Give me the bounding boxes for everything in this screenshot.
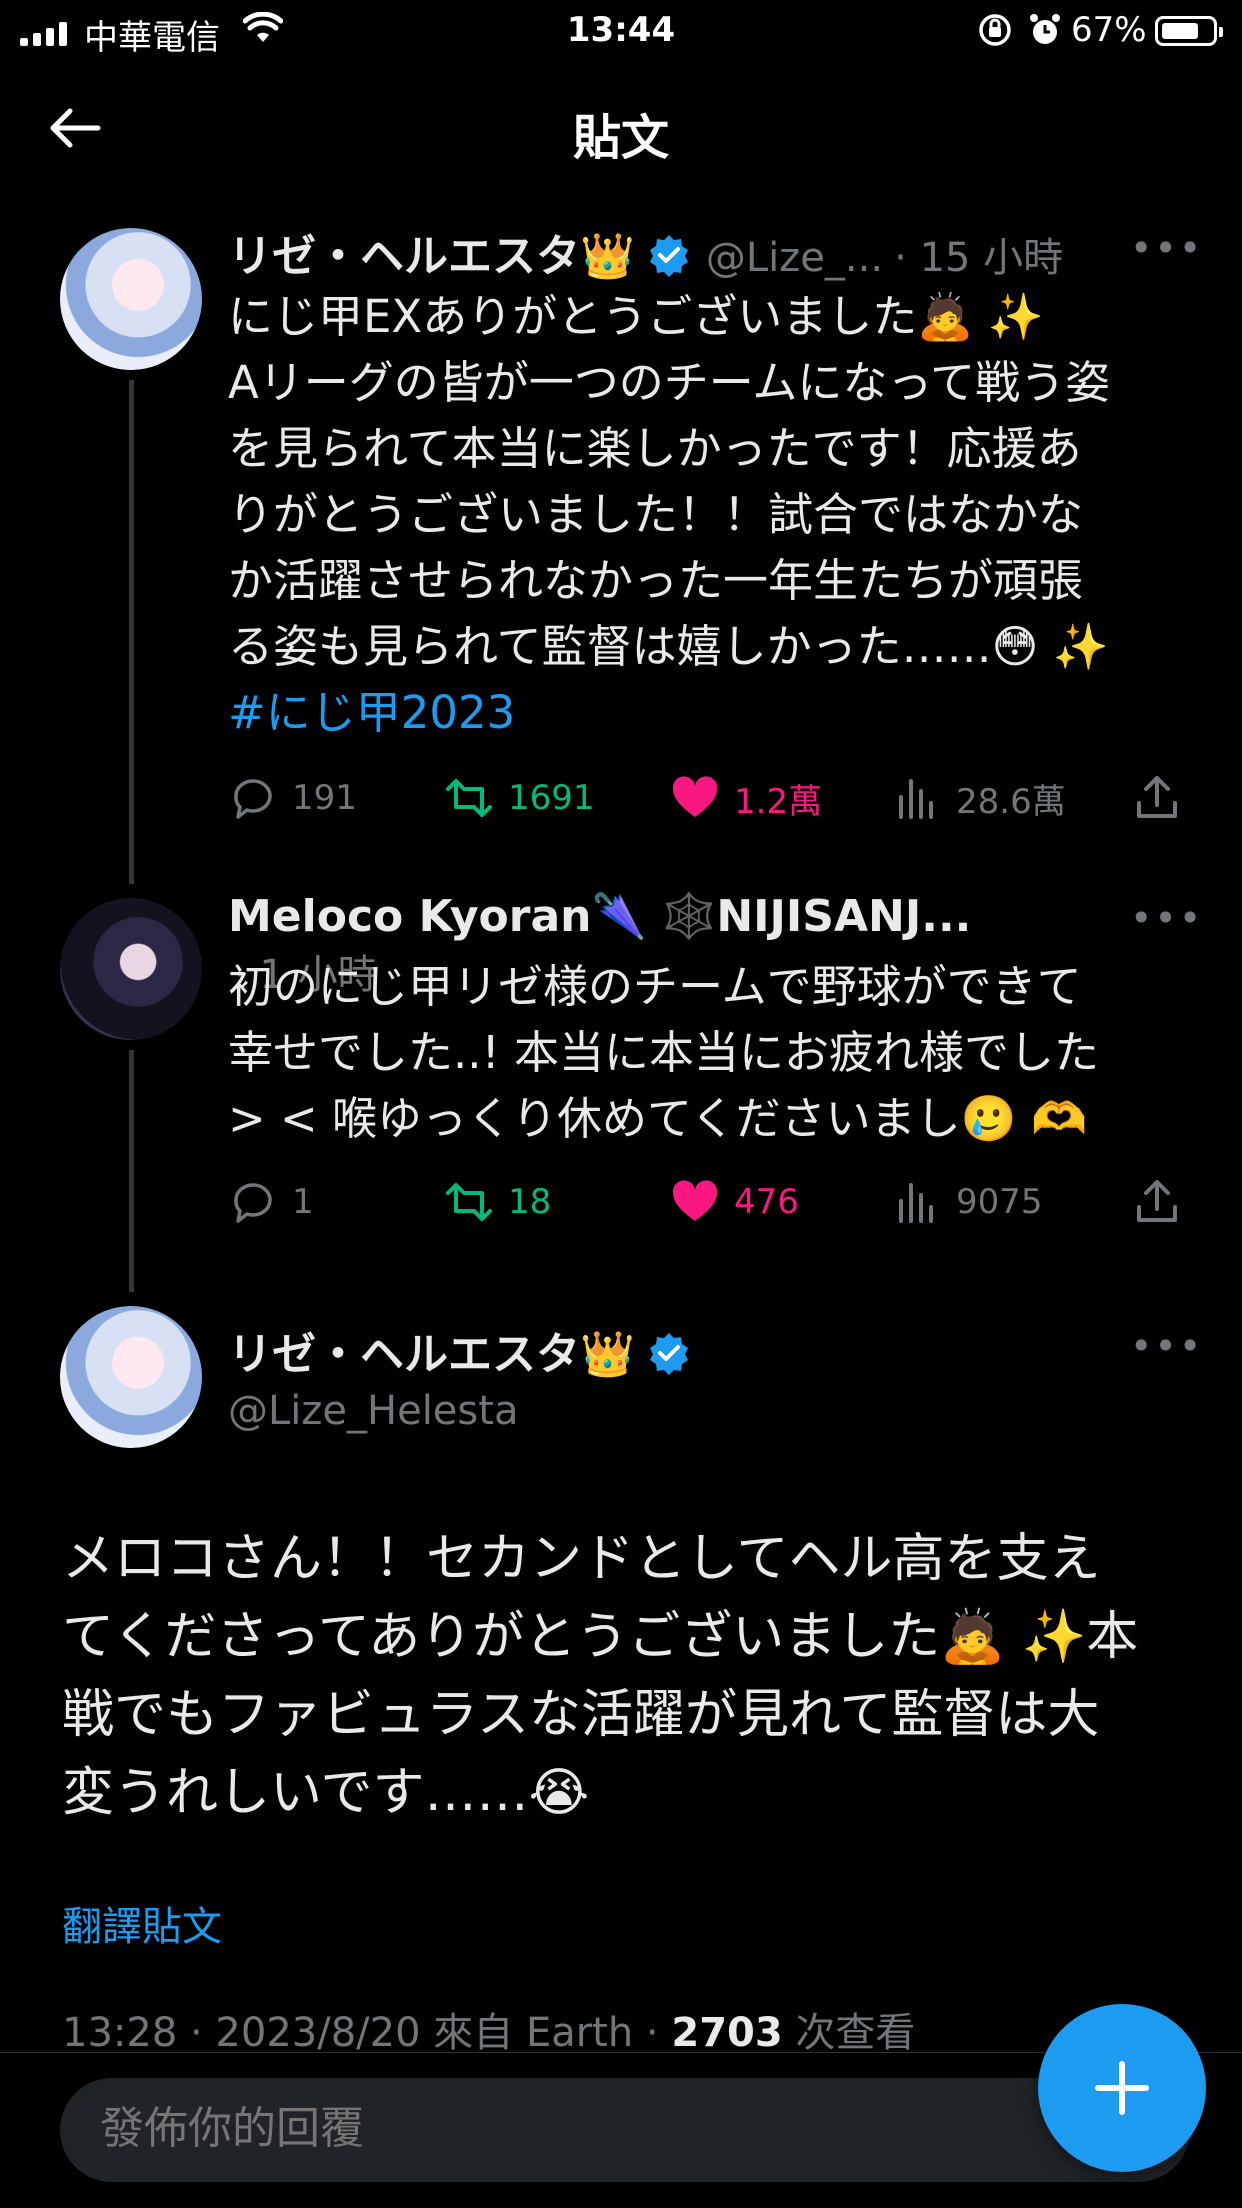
like-button[interactable]: 476	[670, 1177, 799, 1227]
plus-icon	[1095, 2061, 1149, 2115]
post-metadata: 13:28 · 2023/8/20 來自 Earth · 2703 次查看	[62, 2000, 915, 2058]
status-bar: 中華電信 13:44 67%	[0, 0, 1242, 62]
tweet-actions: 1 18 476 9075	[228, 1174, 1188, 1230]
text-line: りがとうございました！！試合ではなかな	[228, 488, 1084, 541]
avatar[interactable]	[60, 1306, 202, 1448]
compose-button[interactable]	[1038, 2004, 1206, 2172]
timestamp: · 15 小時	[894, 235, 1064, 281]
rotation-lock-icon	[979, 14, 1011, 46]
post-timestamp: 13:28 · 2023/8/20 來自 Earth ·	[62, 2010, 672, 2056]
avatar[interactable]	[60, 228, 202, 370]
text-line: 変うれしいです……😭	[62, 1763, 590, 1823]
main-tweet-text: メロコさん！！セカンドとしてヘル高を支え てくださってありがとうございました🙇 …	[62, 1520, 1202, 1832]
display-name[interactable]: リゼ・ヘルエスタ👑	[228, 231, 635, 282]
retweet-count: 1691	[508, 778, 595, 818]
verified-badge-icon	[649, 235, 688, 277]
share-icon	[1137, 776, 1177, 818]
translate-link[interactable]: 翻譯貼文	[62, 1894, 222, 1952]
text-line: Aリーグの皆が一つのチームになって戦う姿	[228, 356, 1111, 409]
text-line: か活躍させられなかった一年生たちが頑張	[228, 554, 1084, 607]
retweet-button[interactable]: 18	[444, 1177, 551, 1227]
share-button[interactable]	[1132, 773, 1182, 823]
battery-icon	[1155, 16, 1223, 46]
reply-icon	[234, 779, 272, 819]
analytics-icon	[899, 1183, 933, 1223]
heart-filled-icon	[672, 1180, 718, 1221]
post-view-label: 次查看	[782, 2010, 916, 2056]
reply-button[interactable]: 1	[228, 1177, 314, 1227]
text-line: る姿も見られて監督は嬉しかった……😳 ✨	[228, 620, 1109, 673]
share-icon	[1137, 1180, 1177, 1222]
display-name[interactable]: Meloco Kyoran🌂 🕸️NIJISANJ...	[228, 891, 971, 942]
analytics-icon	[899, 779, 933, 819]
thread-connector	[129, 380, 134, 884]
heart-filled-icon	[672, 776, 718, 817]
share-button[interactable]	[1132, 1177, 1182, 1227]
page-title: 貼文	[572, 110, 669, 166]
retweet-icon	[446, 779, 492, 817]
views-button[interactable]: 9075	[892, 1177, 1043, 1227]
hashtag-link[interactable]: #にじ甲2023	[228, 680, 1188, 746]
more-options-icon[interactable]: •••	[1130, 1324, 1203, 1368]
battery-percent: 67%	[1071, 10, 1147, 50]
post-view-count: 2703	[671, 2010, 783, 2056]
alarm-icon	[1030, 14, 1060, 44]
handle: @Lize_...	[705, 235, 884, 281]
avatar[interactable]	[60, 898, 202, 1040]
tweet-header: リゼ・ヘルエスタ👑 @Lize_... · 15 小時	[228, 220, 1078, 284]
view-count: 28.6萬	[956, 781, 1066, 822]
text-line: メロコさん！！セカンドとしてヘル高を支え	[62, 1529, 1101, 1589]
text-line: を見られて本当に楽しかったです！応援あ	[228, 422, 1082, 475]
reply-composer[interactable]	[60, 2078, 1190, 2182]
more-options-icon[interactable]: •••	[1130, 896, 1203, 940]
view-count: 9075	[956, 1182, 1043, 1222]
text-line: 初のにじ甲リゼ様のチームで野球ができて	[228, 960, 1082, 1013]
retweet-button[interactable]: 1691	[444, 773, 595, 823]
views-button[interactable]: 28.6萬	[892, 773, 1066, 823]
reply-input[interactable]	[98, 2102, 1002, 2155]
reply-icon	[234, 1183, 272, 1223]
tweet-text: にじ甲EXありがとうございました🙇 ✨ Aリーグの皆が一つのチームになって戦う姿…	[228, 284, 1188, 746]
like-count: 1.2萬	[734, 781, 823, 822]
text-line: > < 喉ゆっくり休めてくださいまし🥲 🫶	[228, 1092, 1088, 1145]
text-line: 幸せでした..! 本当に本当にお疲れ様でした	[228, 1026, 1099, 1079]
reply-count: 1	[292, 1182, 314, 1222]
like-button[interactable]: 1.2萬	[670, 773, 822, 823]
tweet-actions: 191 1691 1.2萬 28.6萬	[228, 770, 1188, 826]
reply-button[interactable]: 191	[228, 773, 357, 823]
author-block: リゼ・ヘルエスタ👑 @Lize_Helesta	[228, 1318, 691, 1434]
text-line: 戦でもファビュラスな活躍が見れて監督は大	[62, 1685, 1100, 1745]
reply-count: 191	[292, 778, 357, 818]
more-options-icon[interactable]: •••	[1130, 226, 1203, 270]
verified-badge-icon	[649, 1333, 688, 1375]
like-count: 476	[734, 1182, 799, 1222]
text-line: にじ甲EXありがとうございました🙇 ✨	[228, 290, 1044, 343]
retweet-count: 18	[508, 1182, 552, 1222]
display-name[interactable]: リゼ・ヘルエスタ👑	[228, 1329, 635, 1380]
tweet-text: 初のにじ甲リゼ様のチームで野球ができて 幸せでした..! 本当に本当にお疲れ様で…	[228, 954, 1188, 1152]
text-line: てくださってありがとうございました🙇 ✨本	[62, 1607, 1139, 1667]
retweet-icon	[446, 1183, 492, 1221]
handle[interactable]: @Lize_Helesta	[228, 1388, 691, 1434]
thread-connector	[129, 1050, 134, 1292]
